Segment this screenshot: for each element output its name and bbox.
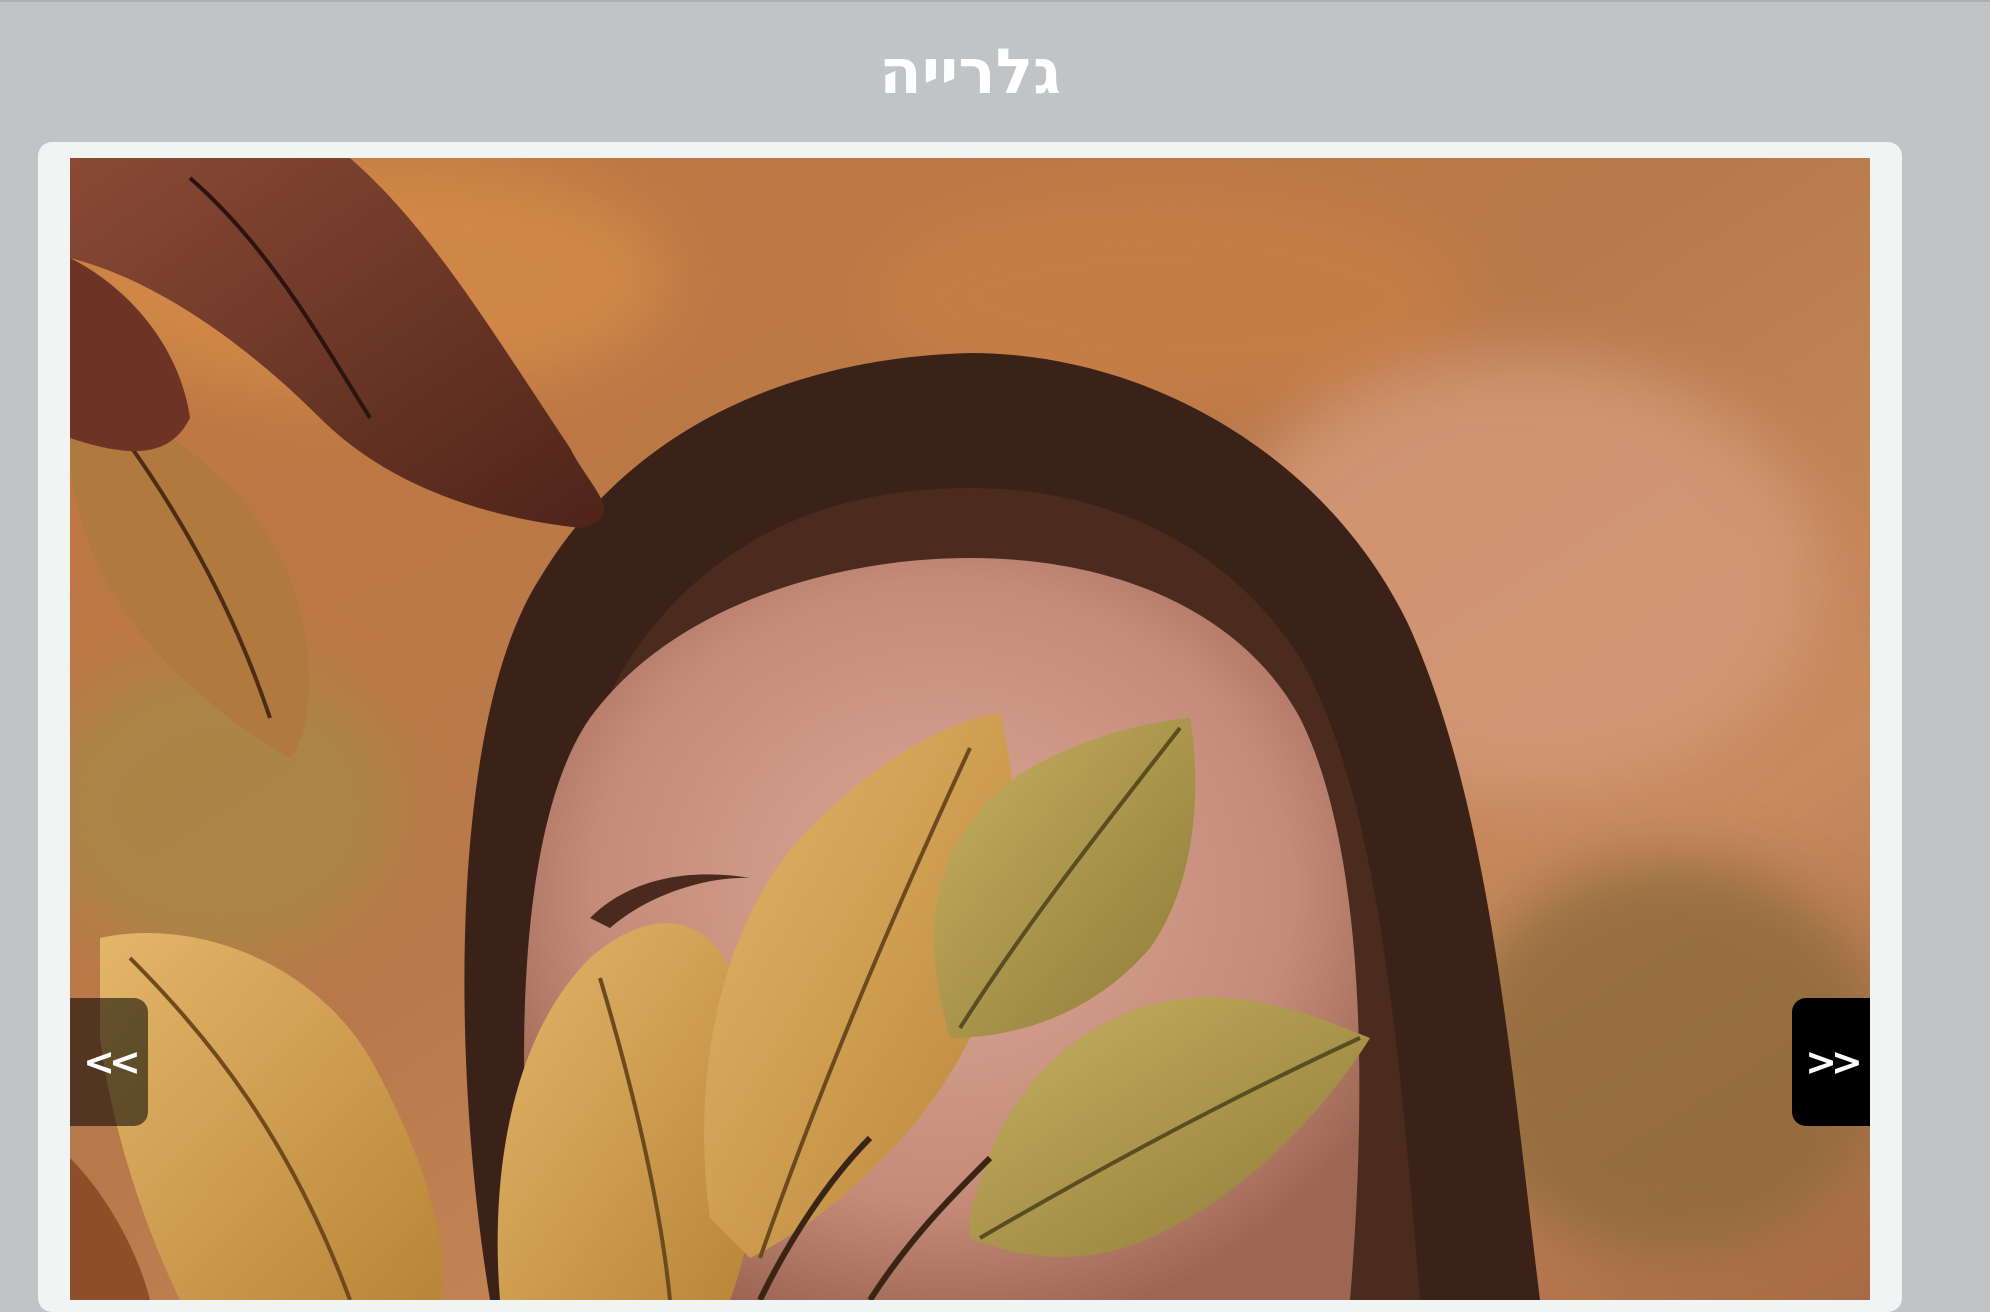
gallery-slide — [70, 158, 1870, 1300]
gallery-photo — [70, 158, 1870, 1300]
page-title: גלרייה — [879, 35, 1061, 108]
top-border — [0, 0, 1990, 2]
next-button[interactable]: >> — [1792, 998, 1870, 1126]
prev-button[interactable]: << — [70, 998, 148, 1126]
